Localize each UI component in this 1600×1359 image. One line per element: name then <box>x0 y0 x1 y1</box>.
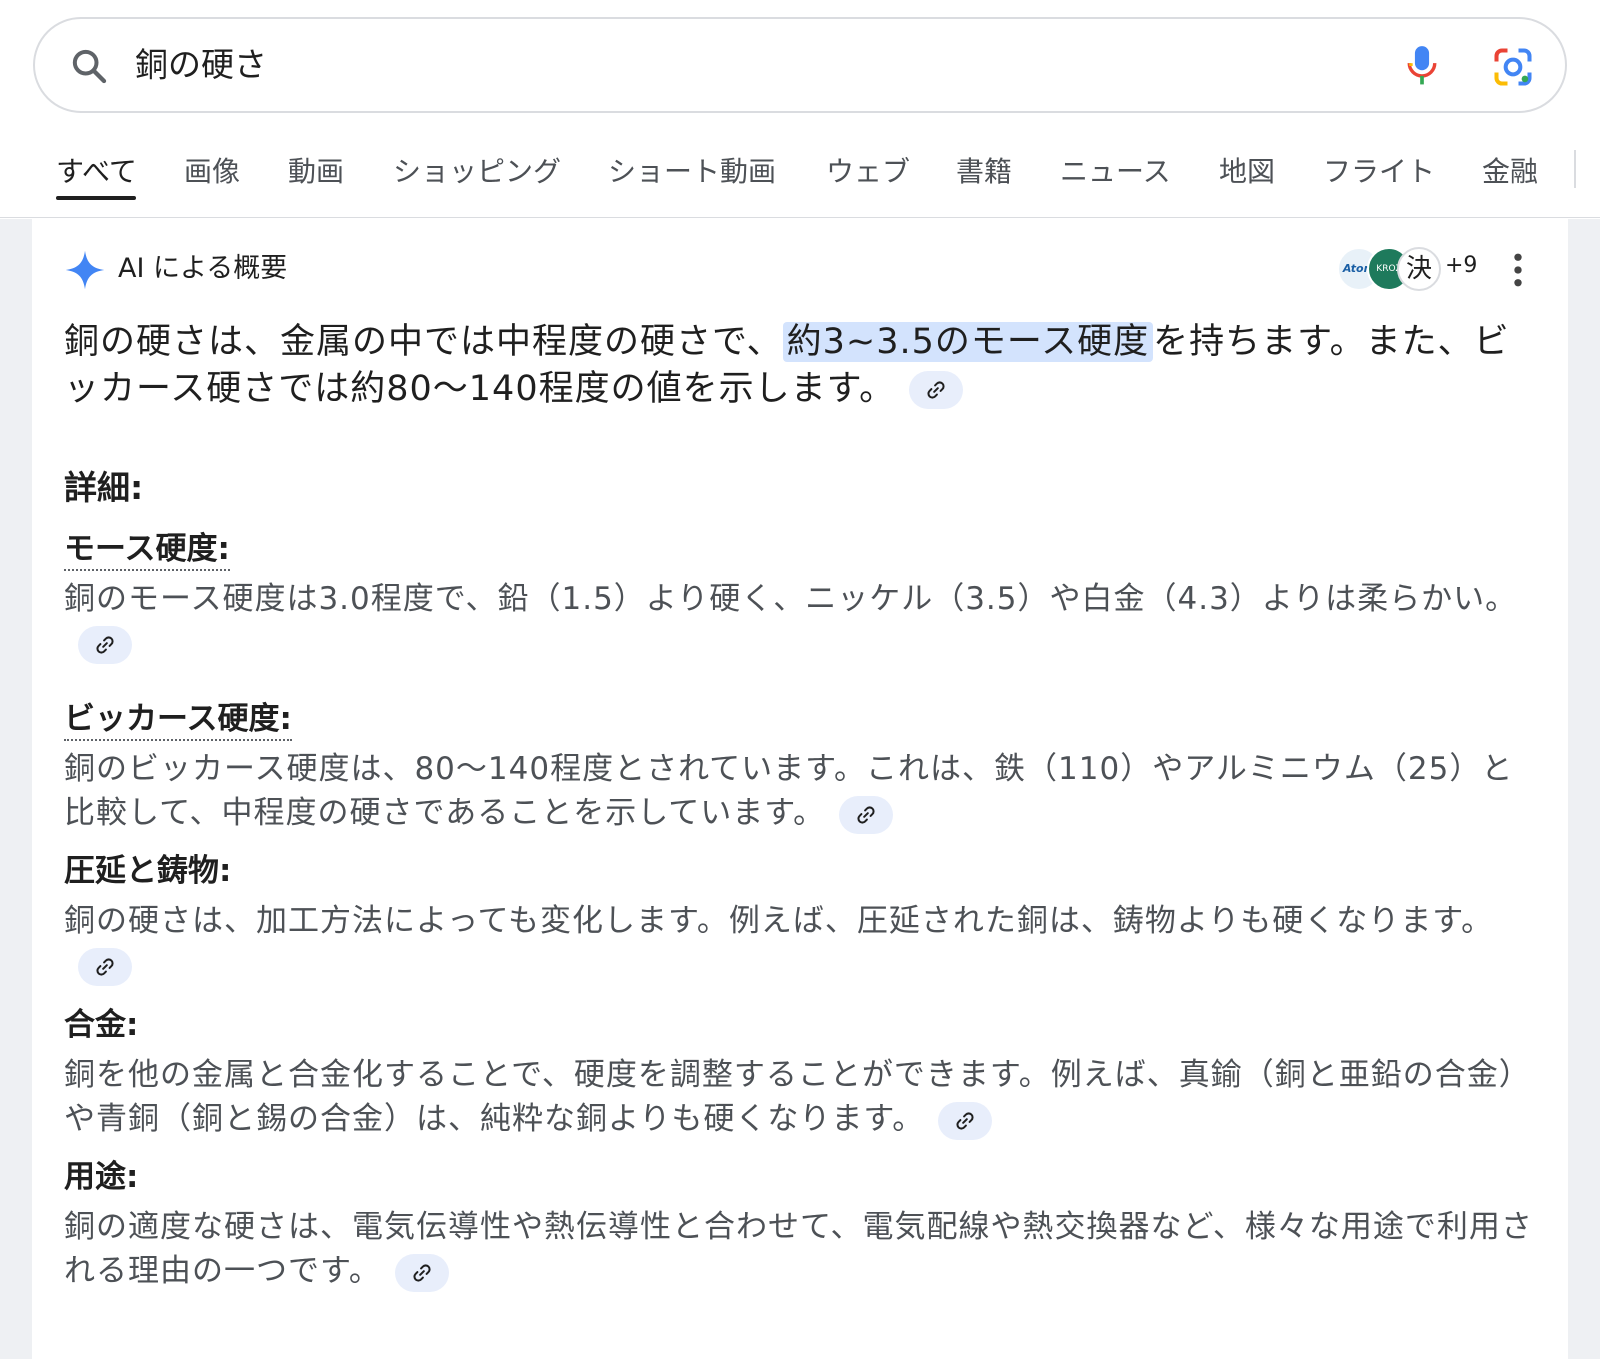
tab-divider <box>1574 150 1576 188</box>
more-vert-icon[interactable] <box>1512 253 1524 287</box>
item-body-usage: 銅の適度な硬さは、電気伝導性や熱伝導性と合わせて、電気配線や熱交換器など、様々な… <box>64 1205 1534 1293</box>
details-heading: 詳細: <box>64 468 144 507</box>
link-icon <box>96 635 114 654</box>
search-input[interactable]: 銅の硬さ <box>135 43 267 87</box>
microphone-icon[interactable] <box>1405 43 1439 89</box>
tab-maps[interactable]: 地図 <box>1219 152 1275 192</box>
tab-news[interactable]: ニュース <box>1060 152 1171 192</box>
source-link-chip[interactable] <box>909 371 964 409</box>
tab-images[interactable]: 画像 <box>184 152 240 192</box>
tab-shopping[interactable]: ショッピング <box>393 152 561 192</box>
summary-text-before: 銅の硬さは、金属の中では中程度の硬さで、 <box>64 322 783 362</box>
search-icon[interactable] <box>69 46 109 86</box>
ai-overview-title: AI による概要 <box>118 253 288 284</box>
google-lens-icon[interactable] <box>1491 45 1535 89</box>
link-icon <box>956 1111 974 1130</box>
link-icon <box>857 805 875 824</box>
active-tab-indicator <box>56 196 136 200</box>
source-link-chip[interactable] <box>78 625 132 664</box>
source-more-count[interactable]: +9 <box>1445 253 1477 278</box>
item-body-text: 銅のビッカース硬度は、80〜140程度とされています。これは、鉄（110）やアル… <box>64 751 1514 831</box>
link-icon <box>96 957 114 976</box>
item-title-mohs[interactable]: モース硬度: <box>64 529 230 571</box>
link-icon <box>413 1263 431 1282</box>
ai-summary: 銅の硬さは、金属の中では中程度の硬さで、 約3~3.5のモース硬度 を持ちます。また… <box>64 319 1544 413</box>
item-body-text: 銅を他の金属と合金化することで、硬度を調整することができます。例えば、真鍮（銅と… <box>64 1057 1531 1137</box>
tab-web[interactable]: ウェブ <box>826 152 910 192</box>
item-title-usage: 用途: <box>64 1159 139 1195</box>
item-title-rolling-casting: 圧延と鋳物: <box>64 853 232 889</box>
tab-short-videos[interactable]: ショート動画 <box>608 152 776 192</box>
tab-flights[interactable]: フライト <box>1323 152 1435 192</box>
link-icon <box>927 381 945 399</box>
search-tabs: すべて 画像 動画 ショッピング ショート動画 ウェブ 書籍 ニュース 地図 フ… <box>0 118 1600 218</box>
ai-overview-panel: AI による概要 Atom KROZ 決 +9 銅の硬さは、金属の中では中程度の… <box>32 219 1568 1359</box>
item-body-vickers: 銅のビッカース硬度は、80〜140程度とされています。これは、鉄（110）やアル… <box>64 747 1534 835</box>
source-avatars[interactable]: Atom KROZ 決 +9 <box>1337 247 1487 291</box>
source-link-chip[interactable] <box>394 1253 449 1292</box>
source-link-chip[interactable] <box>938 1101 993 1140</box>
item-body-rolling-casting: 銅の硬さは、加工方法によっても変化します。例えば、圧延された銅は、鋳物よりも硬く… <box>64 899 1534 987</box>
ai-sparkle-icon <box>65 250 105 290</box>
source-avatar-kanji[interactable]: 決 <box>1397 247 1441 291</box>
tab-finance[interactable]: 金融 <box>1482 152 1538 192</box>
item-body-text: 銅の硬さは、加工方法によっても変化します。例えば、圧延された銅は、鋳物よりも硬く… <box>64 903 1494 939</box>
item-body-alloy: 銅を他の金属と合金化することで、硬度を調整することができます。例えば、真鍮（銅と… <box>64 1053 1534 1141</box>
tab-all[interactable]: すべて <box>56 152 137 192</box>
item-body-text: 銅の適度な硬さは、電気伝導性や熱伝導性と合わせて、電気配線や熱交換器など、様々な… <box>64 1209 1533 1289</box>
source-link-chip[interactable] <box>78 947 132 986</box>
tab-videos[interactable]: 動画 <box>288 152 344 192</box>
summary-highlight: 約3~3.5のモース硬度 <box>782 322 1154 362</box>
item-body-mohs: 銅のモース硬度は3.0程度で、鉛（1.5）より硬く、ニッケル（3.5）や白金（4… <box>64 577 1534 665</box>
tab-books[interactable]: 書籍 <box>956 152 1012 192</box>
item-body-text: 銅のモース硬度は3.0程度で、鉛（1.5）より硬く、ニッケル（3.5）や白金（4… <box>64 581 1518 617</box>
item-title-vickers[interactable]: ビッカース硬度: <box>64 699 292 741</box>
source-link-chip[interactable] <box>839 795 894 834</box>
search-bar[interactable]: 銅の硬さ <box>33 17 1567 113</box>
item-title-alloy: 合金: <box>64 1007 139 1043</box>
